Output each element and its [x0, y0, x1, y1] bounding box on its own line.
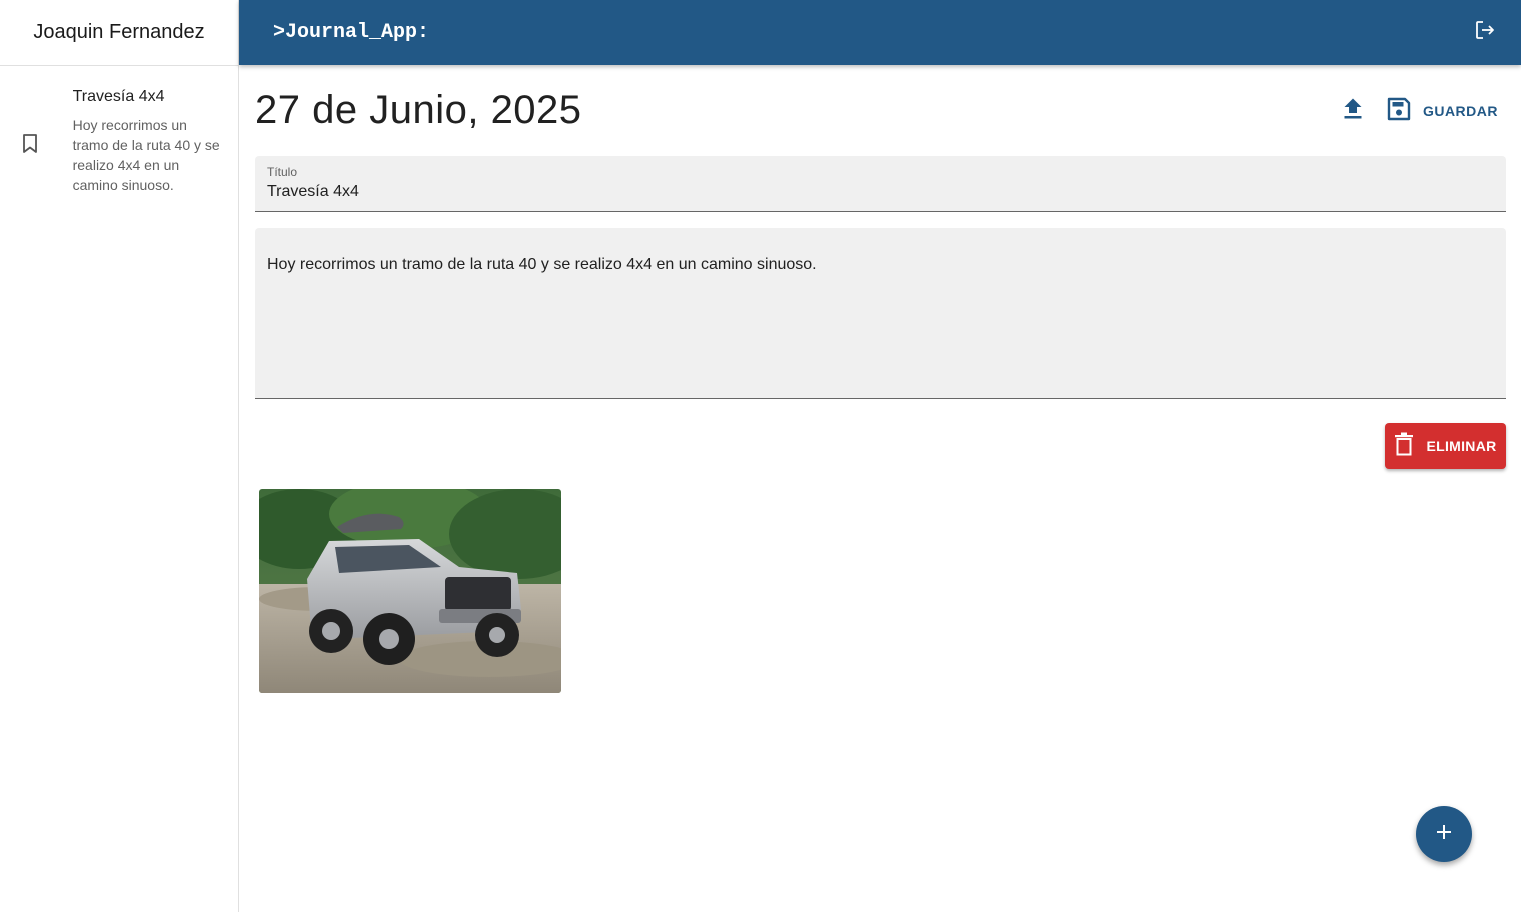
title-field[interactable]: Título [255, 156, 1506, 212]
delete-button[interactable]: ELIMINAR [1385, 423, 1506, 469]
save-icon [1387, 97, 1411, 126]
user-name: Joaquin Fernandez [0, 0, 238, 66]
add-entry-button[interactable] [1416, 806, 1472, 862]
logout-button[interactable] [1465, 13, 1505, 53]
save-button-label: GUARDAR [1422, 103, 1498, 119]
sidebar: Joaquin Fernandez Travesía 4x4 Hoy recor… [0, 0, 239, 912]
image-gallery [259, 489, 1506, 693]
plus-icon [1436, 824, 1452, 845]
journal-entry-item[interactable]: Travesía 4x4 Hoy recorrimos un tramo de … [0, 66, 238, 195]
body-field[interactable]: Hoy recorrimos un tramo de la ruta 40 y … [255, 228, 1506, 399]
app-title: >Journal_App: [273, 21, 430, 44]
entry-snippet: Hoy recorrimos un tramo de la ruta 40 y … [72, 117, 220, 193]
entry-title: Travesía 4x4 [72, 88, 165, 105]
save-button[interactable]: GUARDAR [1383, 93, 1506, 129]
app-bar: >Journal_App: [239, 0, 1521, 65]
note-view: 27 de Junio, 2025 GUARDAR Título Travesí… [255, 65, 1506, 693]
note-image[interactable] [259, 489, 561, 693]
trash-icon [1394, 432, 1414, 461]
delete-button-label: ELIMINAR [1426, 438, 1497, 454]
body-textarea[interactable]: Hoy recorrimos un tramo de la ruta 40 y … [267, 255, 1494, 386]
upload-icon [1343, 98, 1363, 125]
title-input[interactable] [267, 183, 1494, 201]
note-date: 27 de Junio, 2025 [255, 87, 582, 132]
bookmark-icon [18, 132, 42, 156]
logout-icon [1474, 19, 1496, 46]
title-field-label: Título [267, 165, 298, 179]
upload-button[interactable] [1333, 91, 1373, 131]
